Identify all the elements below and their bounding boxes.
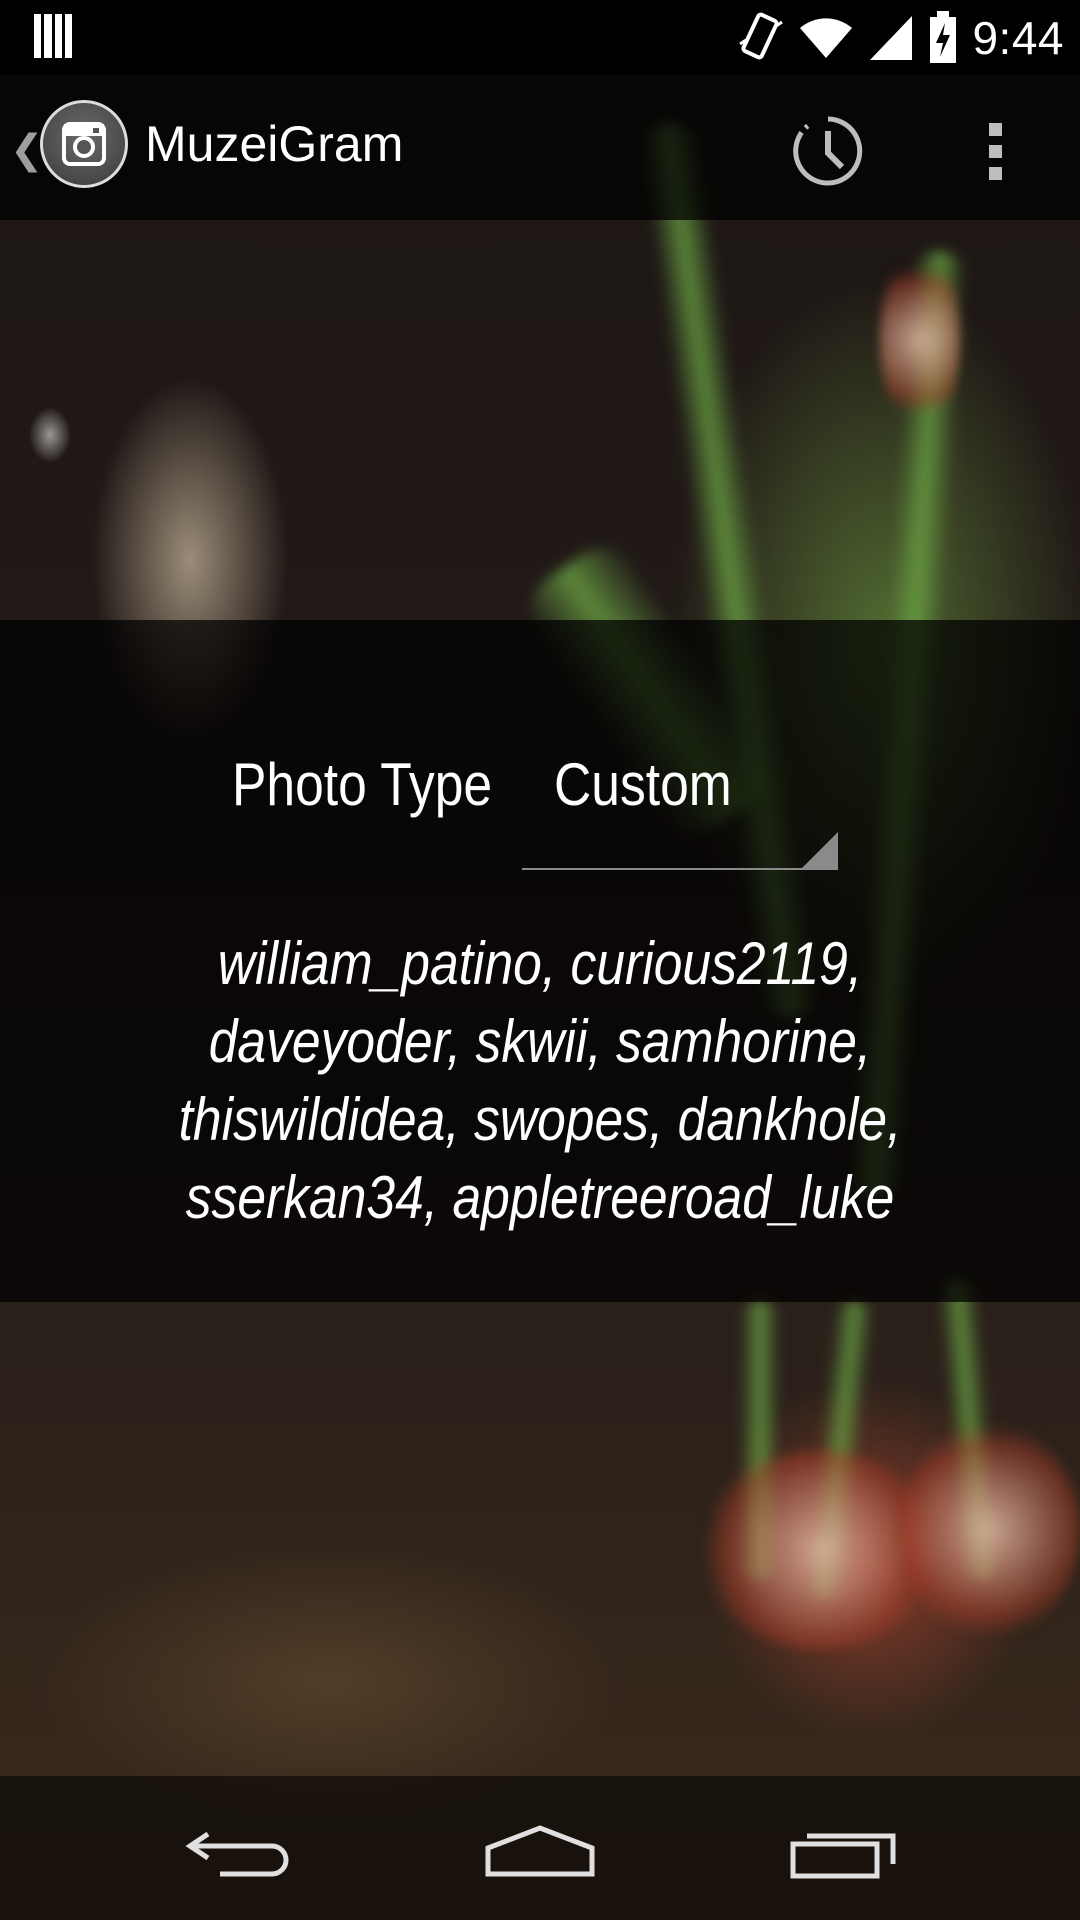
clock: 9:44 (972, 12, 1064, 64)
usernames-line: thiswildidea, swopes, dankhole, (178, 1086, 902, 1153)
cell-signal-icon (870, 16, 913, 60)
action-bar: ❮ MuzeiGram (0, 75, 1080, 220)
wifi-icon (800, 18, 853, 58)
status-icons: 9:44 (736, 10, 1064, 66)
overflow-menu-icon[interactable] (975, 111, 1015, 191)
settings-panel: Photo Type Custom william_patino, curiou… (0, 620, 1080, 1302)
photo-type-label: Photo Type (232, 751, 493, 818)
home-button[interactable] (480, 1816, 600, 1886)
instagram-camera-icon[interactable] (40, 100, 128, 188)
schedule-button[interactable] (788, 111, 868, 191)
photo-type-spinner[interactable]: Custom (522, 730, 838, 870)
spinner-underline (522, 868, 838, 870)
back-button[interactable] (180, 1816, 300, 1886)
photo-type-value: Custom (554, 751, 732, 818)
up-caret-icon[interactable]: ❮ (10, 127, 44, 173)
schedule-clock-icon (793, 116, 863, 186)
vibrate-icon (739, 12, 784, 60)
usernames-line: william_patino, curious2119, (217, 930, 863, 997)
app-title[interactable]: MuzeiGram (145, 115, 403, 173)
recents-button[interactable] (785, 1816, 905, 1886)
screen: 9:44 ❮ MuzeiGram Photo Type Custom willi… (0, 0, 1080, 1920)
usernames-text[interactable]: william_patino, curious2119, daveyoder, … (110, 925, 970, 1237)
usernames-line: daveyoder, skwii, samhorine, (208, 1008, 872, 1075)
recents-icon (790, 1833, 896, 1879)
spinner-corner-icon (800, 832, 838, 870)
navigation-bar (0, 1776, 1080, 1920)
status-bar: 9:44 (0, 0, 1080, 75)
battery-charging-icon (930, 11, 957, 63)
notification-bars-icon (34, 14, 72, 58)
home-icon (485, 1825, 595, 1877)
back-icon (185, 1831, 289, 1877)
usernames-line: sserkan34, appletreeroad_luke (185, 1164, 895, 1231)
